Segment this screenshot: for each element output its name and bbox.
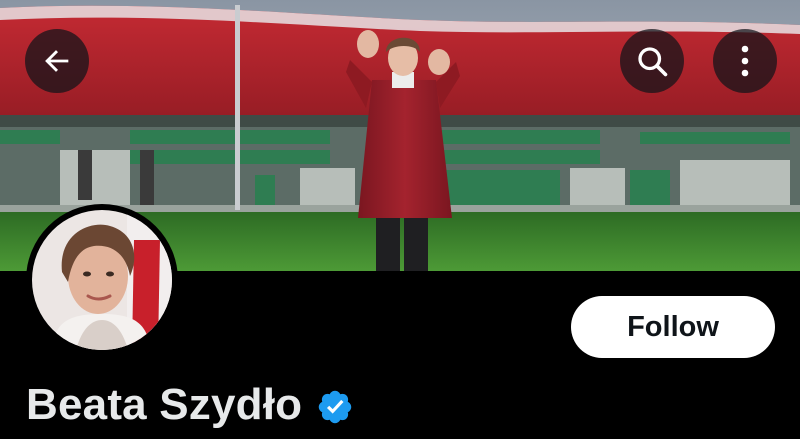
follow-button[interactable]: Follow — [571, 296, 775, 358]
back-button[interactable] — [25, 29, 89, 93]
more-vertical-icon — [741, 45, 749, 77]
more-options-button[interactable] — [713, 29, 777, 93]
profile-avatar[interactable] — [26, 204, 178, 356]
profile-name-row: Beata Szydło — [26, 375, 354, 435]
search-icon — [638, 47, 668, 77]
verified-badge-icon[interactable] — [316, 388, 354, 426]
display-name: Beata Szydło — [26, 380, 303, 429]
search-button[interactable] — [620, 29, 684, 93]
avatar-image — [32, 210, 172, 350]
arrow-left-icon — [45, 50, 69, 72]
